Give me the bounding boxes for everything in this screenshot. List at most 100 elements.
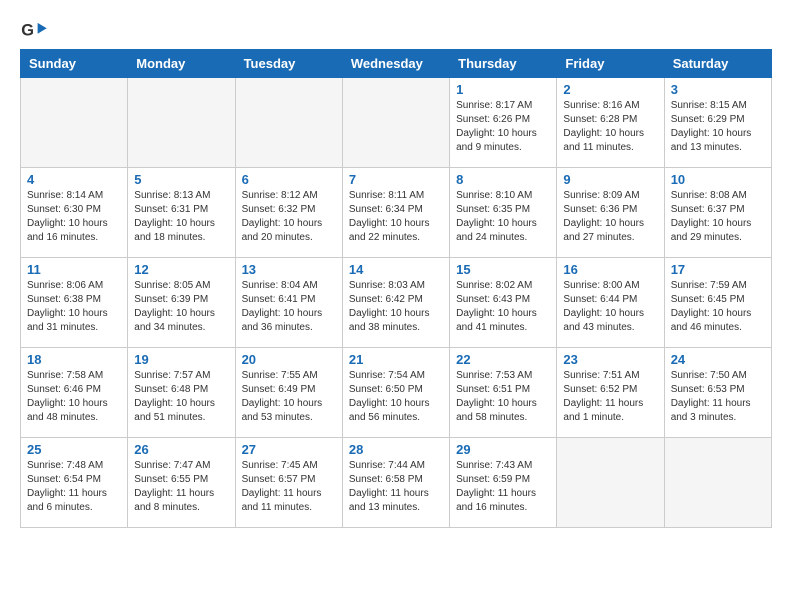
day-number: 25 [27,442,121,457]
calendar-cell: 19Sunrise: 7:57 AM Sunset: 6:48 PM Dayli… [128,348,235,438]
calendar-cell: 15 Sunrise: 8:02 AM Sunset: 6:43 PM Dayli… [450,258,557,348]
day-number: 28 [349,442,443,457]
day-number: 11 [27,262,121,277]
day-detail: Sunrise: 8:05 AM Sunset: 6:39 PM Dayligh… [134,279,228,335]
calendar-cell: 11 Sunrise: 8:06 AM Sunset: 6:38 PM Dayli… [21,258,128,348]
day-detail: Sunrise: 7:57 AM Sunset: 6:48 PM Dayligh… [134,369,228,425]
svg-text:G: G [21,21,34,39]
day-number: 17 [671,262,765,277]
calendar-cell: 12 Sunrise: 8:05 AM Sunset: 6:39 PM Dayli… [128,258,235,348]
day-detail: Sunrise: 7:45 AM Sunset: 6:57 PM Dayligh… [242,459,336,515]
calendar-cell: 10 Sunrise: 8:08 AM Sunset: 6:37 PM Dayli… [664,168,771,258]
weekday-header-friday: Friday [557,50,664,78]
calendar-cell [342,78,449,168]
calendar-cell: 2 Sunrise: 8:16 AM Sunset: 6:28 PM Daylig… [557,78,664,168]
calendar-cell: 5Sunrise: 8:13 AM Sunset: 6:31 PM Daylig… [128,168,235,258]
day-detail: Sunrise: 7:53 AM Sunset: 6:51 PM Dayligh… [456,369,550,425]
day-number: 20 [242,352,336,367]
weekday-header-saturday: Saturday [664,50,771,78]
header-area: G [20,20,772,41]
day-detail: Sunrise: 7:43 AM Sunset: 6:59 PM Dayligh… [456,459,550,515]
day-number: 24 [671,352,765,367]
day-number: 9 [563,172,657,187]
calendar-table: SundayMondayTuesdayWednesdayThursdayFrid… [20,49,772,528]
day-detail: Sunrise: 8:11 AM Sunset: 6:34 PM Dayligh… [349,189,443,245]
day-detail: Sunrise: 7:55 AM Sunset: 6:49 PM Dayligh… [242,369,336,425]
calendar-cell: 20 Sunrise: 7:55 AM Sunset: 6:49 PM Dayli… [235,348,342,438]
day-detail: Sunrise: 8:06 AM Sunset: 6:38 PM Dayligh… [27,279,121,335]
calendar-cell [128,78,235,168]
week-row-1: 1 Sunrise: 8:17 AM Sunset: 6:26 PM Daylig… [21,78,772,168]
day-detail: Sunrise: 7:50 AM Sunset: 6:53 PM Dayligh… [671,369,765,425]
calendar-cell: 1 Sunrise: 8:17 AM Sunset: 6:26 PM Daylig… [450,78,557,168]
day-number: 29 [456,442,550,457]
day-detail: Sunrise: 8:09 AM Sunset: 6:36 PM Dayligh… [563,189,657,245]
weekday-header-monday: Monday [128,50,235,78]
day-number: 23 [563,352,657,367]
day-number: 12 [134,262,228,277]
week-row-4: 18Sunrise: 7:58 AM Sunset: 6:46 PM Dayli… [21,348,772,438]
calendar-cell: 27 Sunrise: 7:45 AM Sunset: 6:57 PM Dayli… [235,438,342,528]
day-detail: Sunrise: 8:15 AM Sunset: 6:29 PM Dayligh… [671,99,765,155]
calendar-cell: 9 Sunrise: 8:09 AM Sunset: 6:36 PM Daylig… [557,168,664,258]
calendar-cell [557,438,664,528]
calendar-cell: 6 Sunrise: 8:12 AM Sunset: 6:32 PM Daylig… [235,168,342,258]
day-detail: Sunrise: 8:08 AM Sunset: 6:37 PM Dayligh… [671,189,765,245]
day-number: 18 [27,352,121,367]
week-row-3: 11 Sunrise: 8:06 AM Sunset: 6:38 PM Dayli… [21,258,772,348]
calendar-cell: 13 Sunrise: 8:04 AM Sunset: 6:41 PM Dayli… [235,258,342,348]
day-number: 10 [671,172,765,187]
day-number: 6 [242,172,336,187]
day-number: 14 [349,262,443,277]
day-number: 26 [134,442,228,457]
calendar-cell [664,438,771,528]
calendar-cell: 7 Sunrise: 8:11 AM Sunset: 6:34 PM Daylig… [342,168,449,258]
day-detail: Sunrise: 8:14 AM Sunset: 6:30 PM Dayligh… [27,189,121,245]
day-detail: Sunrise: 8:02 AM Sunset: 6:43 PM Dayligh… [456,279,550,335]
calendar-cell: 3 Sunrise: 8:15 AM Sunset: 6:29 PM Daylig… [664,78,771,168]
day-number: 5 [134,172,228,187]
day-detail: Sunrise: 8:12 AM Sunset: 6:32 PM Dayligh… [242,189,336,245]
day-number: 2 [563,82,657,97]
day-detail: Sunrise: 8:17 AM Sunset: 6:26 PM Dayligh… [456,99,550,155]
day-detail: Sunrise: 8:16 AM Sunset: 6:28 PM Dayligh… [563,99,657,155]
calendar-cell: 14 Sunrise: 8:03 AM Sunset: 6:42 PM Dayli… [342,258,449,348]
day-detail: Sunrise: 7:59 AM Sunset: 6:45 PM Dayligh… [671,279,765,335]
logo: G [20,20,52,41]
calendar-cell [235,78,342,168]
calendar-cell: 4 Sunrise: 8:14 AM Sunset: 6:30 PM Daylig… [21,168,128,258]
calendar-cell: 28Sunrise: 7:44 AM Sunset: 6:58 PM Dayli… [342,438,449,528]
week-row-2: 4 Sunrise: 8:14 AM Sunset: 6:30 PM Daylig… [21,168,772,258]
weekday-header-tuesday: Tuesday [235,50,342,78]
day-number: 21 [349,352,443,367]
day-number: 22 [456,352,550,367]
day-number: 4 [27,172,121,187]
day-detail: Sunrise: 8:03 AM Sunset: 6:42 PM Dayligh… [349,279,443,335]
day-number: 1 [456,82,550,97]
day-number: 7 [349,172,443,187]
day-number: 3 [671,82,765,97]
day-number: 15 [456,262,550,277]
weekday-header-row: SundayMondayTuesdayWednesdayThursdayFrid… [21,50,772,78]
day-detail: Sunrise: 7:48 AM Sunset: 6:54 PM Dayligh… [27,459,121,515]
day-detail: Sunrise: 8:10 AM Sunset: 6:35 PM Dayligh… [456,189,550,245]
day-detail: Sunrise: 8:00 AM Sunset: 6:44 PM Dayligh… [563,279,657,335]
calendar-cell: 18Sunrise: 7:58 AM Sunset: 6:46 PM Dayli… [21,348,128,438]
weekday-header-wednesday: Wednesday [342,50,449,78]
calendar-cell: 8 Sunrise: 8:10 AM Sunset: 6:35 PM Daylig… [450,168,557,258]
day-detail: Sunrise: 7:47 AM Sunset: 6:55 PM Dayligh… [134,459,228,515]
calendar-cell: 16 Sunrise: 8:00 AM Sunset: 6:44 PM Dayli… [557,258,664,348]
day-detail: Sunrise: 8:04 AM Sunset: 6:41 PM Dayligh… [242,279,336,335]
day-detail: Sunrise: 7:54 AM Sunset: 6:50 PM Dayligh… [349,369,443,425]
day-number: 16 [563,262,657,277]
day-number: 27 [242,442,336,457]
logo-icon: G [20,21,48,41]
day-detail: Sunrise: 7:51 AM Sunset: 6:52 PM Dayligh… [563,369,657,425]
week-row-5: 25 Sunrise: 7:48 AM Sunset: 6:54 PM Dayli… [21,438,772,528]
calendar-cell: 26 Sunrise: 7:47 AM Sunset: 6:55 PM Dayli… [128,438,235,528]
day-number: 8 [456,172,550,187]
calendar-cell: 21 Sunrise: 7:54 AM Sunset: 6:50 PM Dayli… [342,348,449,438]
calendar-cell: 23 Sunrise: 7:51 AM Sunset: 6:52 PM Dayli… [557,348,664,438]
weekday-header-sunday: Sunday [21,50,128,78]
day-number: 13 [242,262,336,277]
